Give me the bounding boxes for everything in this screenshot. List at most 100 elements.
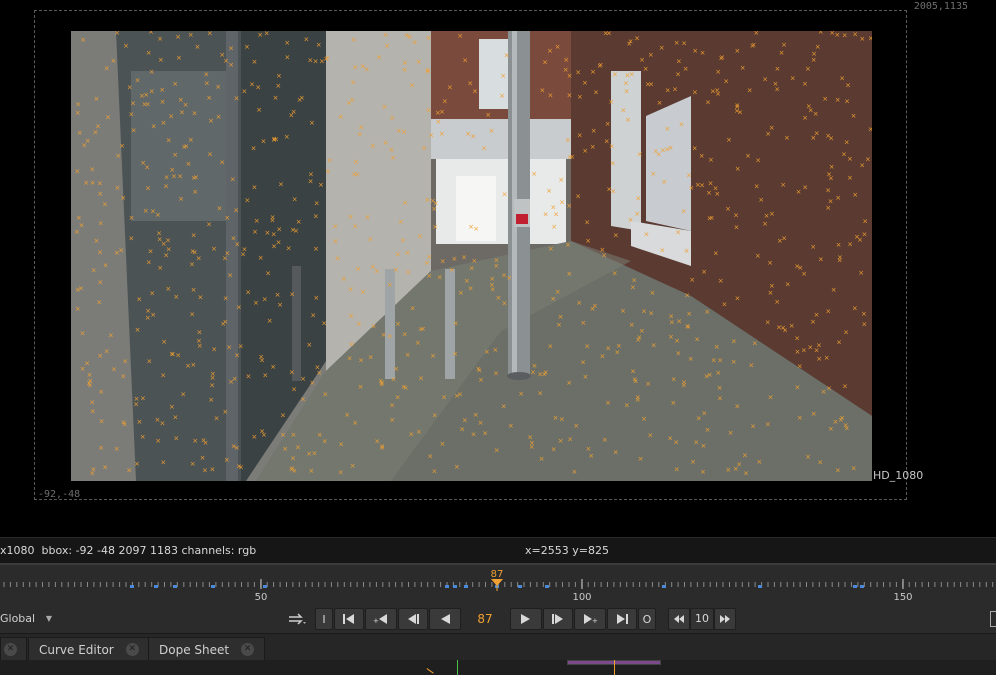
tracker-marker: × — [641, 415, 647, 423]
tracker-marker: × — [659, 44, 665, 52]
tracker-marker: × — [230, 175, 236, 183]
tracker-marker: × — [502, 191, 508, 199]
tracker-marker: × — [828, 425, 834, 433]
close-icon[interactable]: ✕ — [4, 643, 17, 656]
play-backward-button[interactable] — [429, 608, 461, 630]
tracker-marker: × — [246, 373, 252, 381]
tracker-marker: × — [499, 92, 505, 100]
tracker-marker: × — [707, 214, 713, 222]
tracker-marker: × — [556, 321, 562, 329]
tracker-marker: × — [653, 148, 659, 156]
tab-dope-sheet[interactable]: Dope Sheet ✕ — [148, 637, 266, 661]
loop-mode-icon[interactable] — [286, 610, 308, 628]
step-increment-field[interactable]: 10 — [690, 608, 714, 630]
tracker-marker: × — [202, 467, 208, 475]
tracker-marker: × — [644, 231, 650, 239]
back-keyframe-button[interactable]: + — [365, 608, 397, 630]
tracker-marker: × — [261, 137, 267, 145]
tracker-marker: × — [393, 266, 399, 274]
tracker-marker: × — [306, 450, 312, 458]
tracker-marker: × — [550, 295, 556, 303]
tracker-marker: × — [585, 237, 591, 245]
tracker-marker: × — [769, 210, 775, 218]
tracker-marker: × — [80, 365, 86, 373]
tracker-marker: × — [433, 200, 439, 208]
viewer-image-plate[interactable]: × × × × × × × × × × × × × × × × × × × × × × × × × × × × × × × × × × × × × × × ×… — [71, 31, 872, 481]
tracker-marker: × — [537, 389, 543, 397]
tracker-marker: × — [151, 122, 157, 130]
scope-select[interactable]: Global ▼ — [0, 608, 56, 630]
tracker-marker: × — [126, 467, 132, 475]
prev-frame-button[interactable] — [398, 608, 428, 630]
tracker-marker: × — [839, 414, 845, 422]
panel-edge-button[interactable] — [990, 611, 996, 627]
tracker-marker: × — [262, 296, 268, 304]
tracker-marker: × — [713, 250, 719, 258]
tracker-marker: × — [395, 320, 401, 328]
tracker-marker: × — [344, 411, 350, 419]
tracker-marker: × — [207, 31, 213, 37]
tracker-marker: × — [825, 132, 831, 140]
play-forward-button[interactable] — [510, 608, 542, 630]
step-back-button[interactable] — [668, 608, 690, 630]
viewer[interactable]: 2005,1135 -92,-48 × × × × × × × × × × × … — [0, 0, 996, 536]
tracker-marker: × — [173, 435, 179, 443]
dope-sheet-panel[interactable] — [0, 660, 996, 675]
tracker-marker: × — [238, 343, 244, 351]
tracker-marker: × — [83, 179, 89, 187]
step-forward-button[interactable] — [714, 608, 736, 630]
tracker-marker: × — [811, 410, 817, 418]
keyframe-marker — [518, 585, 522, 588]
tracker-marker: × — [733, 212, 739, 220]
out-point-button[interactable]: O — [638, 608, 656, 630]
tracker-marker: × — [567, 91, 573, 99]
close-icon[interactable]: ✕ — [125, 643, 139, 656]
tracker-marker: × — [624, 87, 630, 95]
tracker-marker: × — [635, 393, 641, 401]
tracker-marker: × — [575, 193, 581, 201]
tracker-marker: × — [810, 243, 816, 251]
tracker-marker: × — [350, 79, 356, 87]
tracker-marker: × — [674, 39, 680, 47]
tracker-marker: × — [679, 121, 685, 129]
chevron-down-icon: ▼ — [45, 614, 52, 623]
close-icon[interactable]: ✕ — [241, 643, 255, 656]
tracker-marker: × — [674, 337, 680, 345]
timeline-ruler[interactable]: 87 50 100 150 — [0, 563, 996, 605]
tracker-marker: × — [493, 370, 499, 378]
tracker-marker: × — [318, 181, 324, 189]
tracker-marker: × — [270, 217, 276, 225]
tracker-marker: × — [181, 143, 187, 151]
in-point-button[interactable]: I — [315, 608, 333, 630]
tracker-marker: × — [584, 219, 590, 227]
tracker-marker: × — [701, 410, 707, 418]
tracker-marker: × — [868, 126, 872, 134]
tracker-marker: × — [149, 87, 155, 95]
tracker-marker: × — [501, 403, 507, 411]
tracker-marker: × — [123, 42, 129, 50]
tracker-marker: × — [286, 245, 292, 253]
bbox-top-right-coordinate: 2005,1135 — [913, 1, 968, 12]
next-frame-button[interactable] — [543, 608, 573, 630]
tracker-marker: × — [696, 415, 702, 423]
tracker-marker: × — [276, 72, 282, 80]
tracker-marker: × — [89, 399, 95, 407]
tracker-marker: × — [145, 100, 151, 108]
tracker-marker: × — [753, 31, 759, 37]
tracker-marker: × — [718, 277, 724, 285]
tracker-marker: × — [504, 51, 510, 59]
tracker-marker: × — [717, 356, 723, 364]
tracker-marker: × — [676, 58, 682, 66]
tracker-marker: × — [743, 470, 749, 478]
tracker-marker: × — [608, 98, 614, 106]
current-frame-field[interactable]: 87 — [463, 608, 507, 630]
tracker-marker: × — [563, 56, 569, 64]
tracker-marker: × — [102, 463, 108, 471]
tab-curve-editor[interactable]: Curve Editor ✕ — [28, 637, 150, 661]
tracker-marker: × — [825, 186, 831, 194]
tracker-marker: × — [548, 92, 554, 100]
goto-start-button[interactable] — [334, 608, 364, 630]
tab-hidden[interactable]: ✕ — [0, 637, 27, 661]
goto-end-button[interactable] — [607, 608, 637, 630]
forward-keyframe-button[interactable]: + — [574, 608, 606, 630]
